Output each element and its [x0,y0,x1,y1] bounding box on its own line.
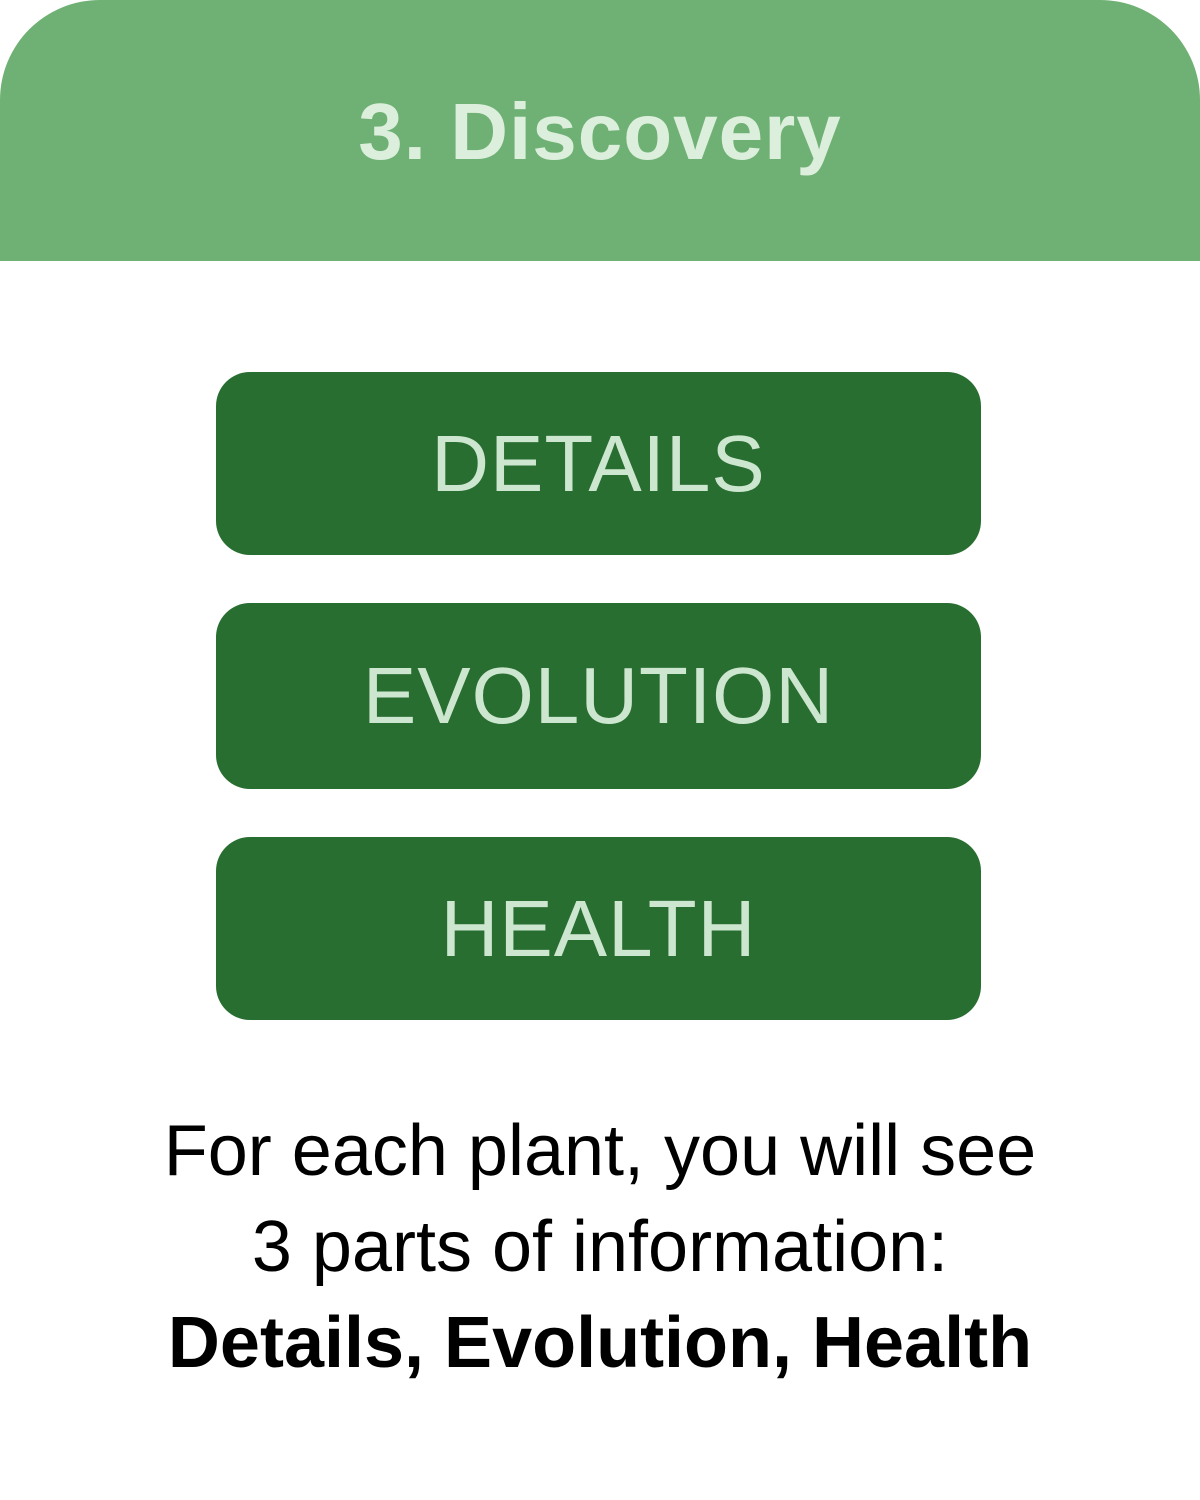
description-line-3: Details, Evolution, Health [167,1303,1033,1383]
evolution-button[interactable]: EVOLUTION [216,603,981,789]
details-button[interactable]: DETAILS [216,372,981,555]
header-bar: 3. Discovery [0,0,1200,261]
health-button[interactable]: HEALTH [216,837,981,1020]
description-line-2: 3 parts of information: [251,1207,949,1287]
page-title: 3. Discovery [358,86,842,176]
description-line-1: For each plant, you will see [163,1111,1037,1191]
description-text: For each plant, you will see 3 parts of … [0,1103,1200,1391]
